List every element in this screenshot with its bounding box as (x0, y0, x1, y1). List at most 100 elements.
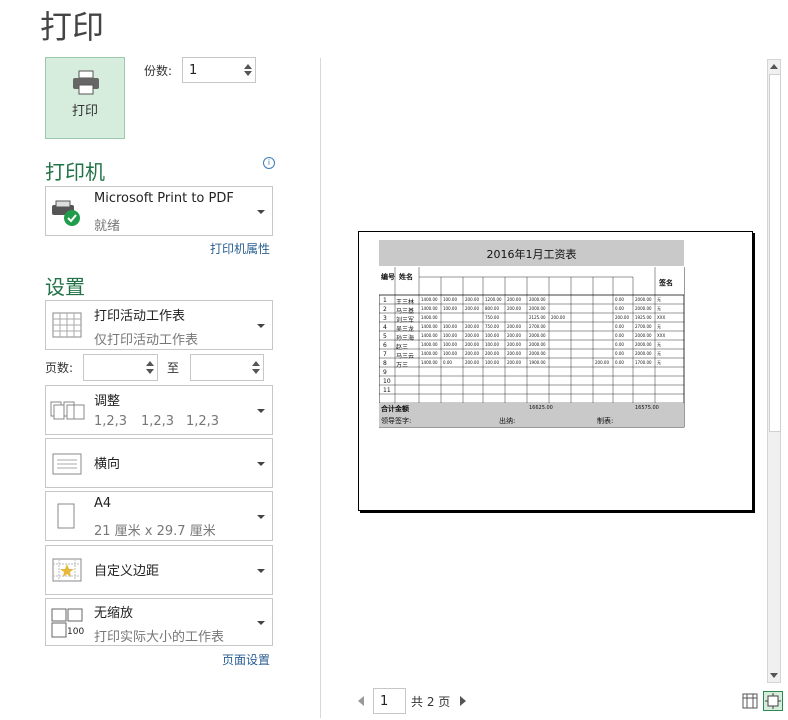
spin-up-icon[interactable] (252, 361, 260, 366)
table-cell: 200.00 (615, 315, 629, 320)
paper-icon (57, 503, 75, 529)
table-cell: 200.00 (595, 360, 609, 365)
table-cell: 750.00 (485, 324, 499, 329)
spin-down-icon[interactable] (146, 369, 154, 374)
table-cell: 200.00 (507, 306, 521, 311)
table-cell: 2000.00 (635, 333, 652, 338)
chevron-down-icon (257, 569, 265, 573)
table-cell: 800.00 (485, 306, 499, 311)
scope-sub: 仅打印活动工作表 (94, 333, 199, 348)
row-name-cell: 刘三军 (396, 317, 415, 324)
table-cell: XXX (657, 315, 666, 320)
chevron-down-icon (257, 515, 265, 519)
page-number-input[interactable]: 1 (373, 688, 406, 714)
paper-sub: 21 厘米 x 29.7 厘米 (94, 524, 216, 539)
table-cell: XXX (657, 333, 666, 338)
margins-dropdown[interactable]: 自定义边距 (45, 545, 273, 595)
table-cell: 2000.00 (529, 306, 546, 311)
table-cell: 200.00 (507, 342, 521, 347)
collate-sub-3: 1,2,3 (186, 414, 220, 429)
next-page-icon[interactable] (460, 696, 466, 706)
show-margins-icon[interactable] (742, 693, 758, 709)
spin-up-icon[interactable] (244, 64, 252, 69)
footer-maker: 制表: (597, 417, 614, 425)
table-cell: 100.00 (485, 342, 499, 347)
table-cell: 1400.00 (421, 351, 438, 356)
pages-to-field[interactable] (190, 354, 264, 381)
copies-stepper[interactable]: 1 (182, 57, 256, 83)
table-cell: 100.00 (443, 351, 457, 356)
spin-down-icon[interactable] (252, 369, 260, 374)
row-id-cell: 1 (383, 297, 387, 304)
table-cell: 1400.00 (421, 333, 438, 338)
table-cell: 无 (657, 306, 661, 311)
table-cell: 2700.00 (529, 324, 546, 329)
table-cell: 100.00 (443, 342, 457, 347)
zoom-to-page-icon[interactable] (763, 691, 783, 711)
orientation-dropdown[interactable]: 横向 (45, 438, 273, 488)
table-cell: 1400.00 (421, 306, 438, 311)
total-label: 合计金额 (381, 405, 409, 413)
spin-up-icon[interactable] (146, 361, 154, 366)
table-cell: 无 (657, 351, 661, 356)
table-cell: 1400.00 (421, 342, 438, 347)
row-name-cell: 赵三 (396, 344, 409, 351)
scaling-main: 无缩放 (94, 606, 134, 621)
table-cell: 2000.00 (635, 297, 652, 302)
footer-signature: 领导签字: (381, 417, 412, 425)
table-cell: 100.00 (485, 333, 499, 338)
row-id-cell: 11 (383, 387, 391, 394)
table-cell: 无 (657, 360, 661, 365)
copies-value[interactable]: 1 (189, 63, 197, 78)
table-cell: 0.00 (443, 360, 452, 365)
table-cell: 200.00 (465, 351, 479, 356)
table-cell: 无 (657, 297, 661, 302)
preview-scrollbar[interactable] (767, 59, 781, 683)
row-id-cell: 8 (383, 360, 387, 367)
print-preview-page: 2016年1月工资表 编号 姓名 签名 1 王三林 1400.00 100.00 200… (358, 231, 753, 511)
page-number-value[interactable]: 1 (380, 694, 388, 709)
table-cell: 200.00 (465, 333, 479, 338)
scroll-thumb[interactable] (769, 74, 781, 432)
printer-dropdown[interactable]: Microsoft Print to PDF 就绪 (45, 186, 273, 236)
collate-main: 调整 (94, 394, 121, 409)
pages-to-label: 至 (167, 361, 180, 375)
table-cell: 无 (657, 342, 661, 347)
scroll-up-icon[interactable] (770, 64, 778, 69)
print-scope-dropdown[interactable]: 打印活动工作表 仅打印活动工作表 (45, 300, 273, 350)
printer-ready-icon (52, 200, 80, 226)
scope-main: 打印活动工作表 (94, 309, 186, 324)
paper-size-dropdown[interactable]: A4 21 厘米 x 29.7 厘米 (45, 491, 273, 541)
info-icon[interactable]: i (263, 157, 275, 169)
table-cell: 1900.00 (529, 360, 546, 365)
table-cell: 2000.00 (529, 333, 546, 338)
table-cell: 200.00 (507, 297, 521, 302)
pages-from-field[interactable] (83, 354, 158, 381)
table-cell: 2000.00 (529, 351, 546, 356)
col-header-name: 姓名 (399, 273, 413, 281)
print-button[interactable]: 打印 (45, 57, 125, 139)
margins-star-icon (52, 558, 82, 582)
prev-page-icon[interactable] (358, 696, 364, 706)
copies-label: 份数: (144, 64, 173, 78)
table-cell: 0.00 (615, 333, 624, 338)
table-cell: 0.00 (615, 297, 624, 302)
printer-status: 就绪 (94, 219, 121, 234)
table-cell: 1400.00 (421, 297, 438, 302)
table-cell: 100.00 (443, 306, 457, 311)
printer-heading: 打印机 (45, 160, 105, 184)
scaling-dropdown[interactable]: 100 无缩放 打印实际大小的工作表 (45, 598, 273, 646)
scaling-sub: 打印实际大小的工作表 (94, 630, 225, 645)
col-header-id: 编号 (381, 273, 395, 281)
sheet-title: 2016年1月工资表 (486, 248, 577, 261)
row-id-cell: 6 (383, 342, 387, 349)
spin-down-icon[interactable] (244, 71, 252, 76)
total-gross: 16625.00 (529, 405, 553, 411)
page-setup-link[interactable]: 页面设置 (222, 651, 270, 668)
scroll-down-icon[interactable] (770, 673, 778, 678)
printer-properties-link[interactable]: 打印机属性 (210, 240, 270, 257)
table-cell: 100.00 (443, 333, 457, 338)
table-cell: 100.00 (443, 324, 457, 329)
collate-dropdown[interactable]: 调整 1,2,3 1,2,3 1,2,3 (45, 385, 273, 435)
margins-main: 自定义边距 (94, 564, 160, 579)
